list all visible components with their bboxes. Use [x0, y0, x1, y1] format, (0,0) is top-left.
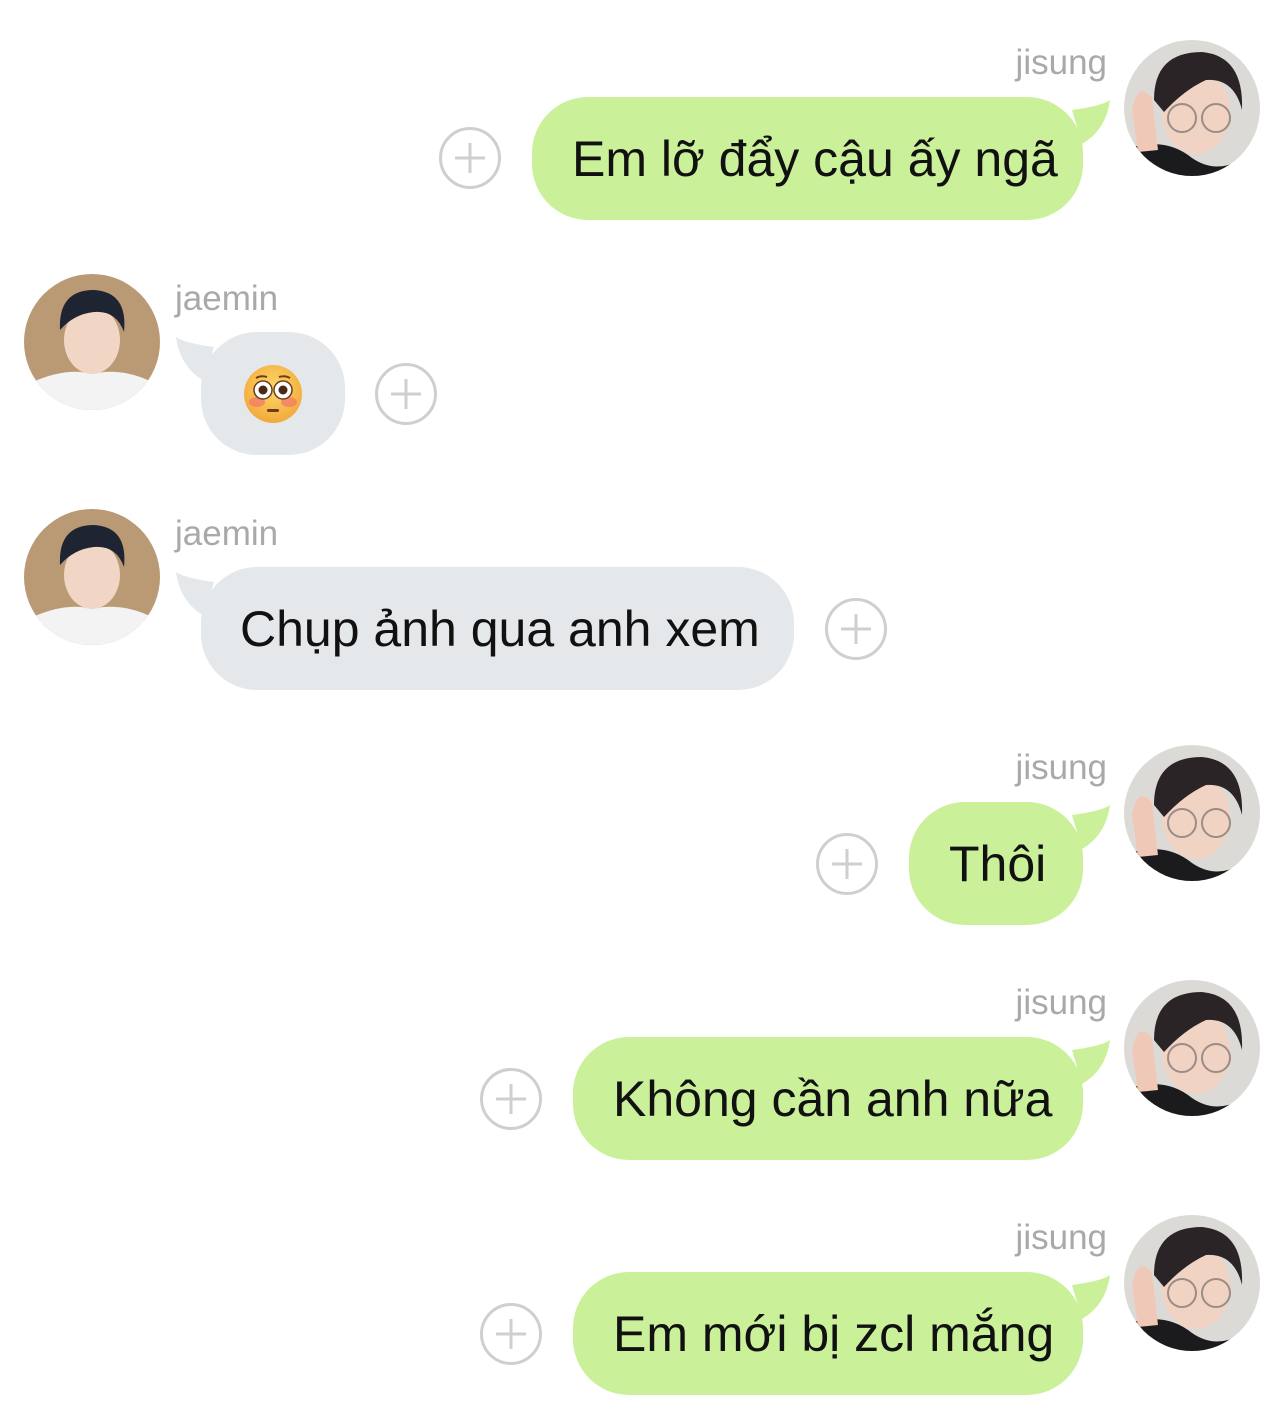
sender-name: jisung	[1015, 43, 1107, 82]
message-row: jisung Em lỡ đẩy cậu ấy ngã	[0, 0, 1284, 240]
add-reaction-button[interactable]	[825, 598, 887, 660]
message-bubble[interactable]: Không cần anh nữa	[573, 1037, 1083, 1160]
message-row: jisung Không cần anh nữa	[0, 940, 1284, 1175]
message-row: jisung Em mới bị zcl mắng	[0, 1175, 1284, 1413]
sender-name: jisung	[1015, 983, 1107, 1022]
avatar-jaemin[interactable]	[24, 509, 160, 645]
message-row: jaemin Chụp ảnh qua anh xem	[0, 475, 1284, 705]
add-reaction-button[interactable]	[480, 1068, 542, 1130]
sender-name: jisung	[1015, 1218, 1107, 1257]
message-text: Thôi	[949, 835, 1047, 892]
add-reaction-button[interactable]	[375, 363, 437, 425]
sender-name: jaemin	[175, 514, 279, 553]
avatar-jisung[interactable]	[1124, 745, 1260, 881]
message-text: Chụp ảnh qua anh xem	[240, 600, 760, 657]
add-reaction-button[interactable]	[480, 1303, 542, 1365]
message-bubble[interactable]: Em lỡ đẩy cậu ấy ngã	[532, 97, 1083, 220]
message-row: jisung Thôi	[0, 705, 1284, 940]
message-bubble[interactable]: Chụp ảnh qua anh xem	[201, 567, 794, 690]
message-row: jaemin	[0, 240, 1284, 475]
message-bubble[interactable]	[201, 332, 345, 455]
message-bubble[interactable]: Thôi	[909, 802, 1083, 925]
avatar-jisung[interactable]	[1124, 980, 1260, 1116]
avatar-jisung[interactable]	[1124, 40, 1260, 176]
flushed-face-emoji	[244, 364, 302, 423]
add-reaction-button[interactable]	[439, 127, 501, 189]
add-reaction-button[interactable]	[816, 833, 878, 895]
message-text: Em mới bị zcl mắng	[613, 1305, 1055, 1362]
sender-name: jisung	[1015, 748, 1107, 787]
avatar-jaemin[interactable]	[24, 274, 160, 410]
avatar-jisung[interactable]	[1124, 1215, 1260, 1351]
message-text: Em lỡ đẩy cậu ấy ngã	[572, 130, 1058, 187]
message-text: Không cần anh nữa	[613, 1070, 1053, 1127]
sender-name: jaemin	[175, 279, 279, 318]
message-bubble[interactable]: Em mới bị zcl mắng	[573, 1272, 1083, 1395]
